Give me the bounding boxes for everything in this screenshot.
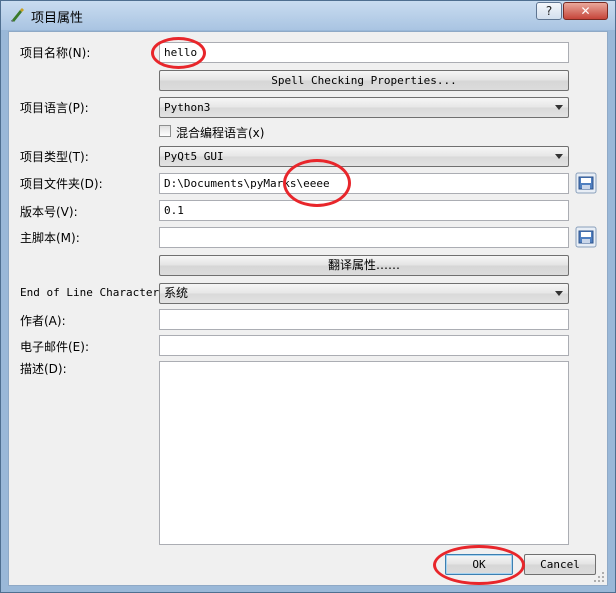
email-input[interactable] [159, 335, 569, 356]
resize-grip-icon[interactable] [593, 571, 605, 583]
chevron-down-icon [555, 105, 563, 110]
app-icon [11, 8, 24, 22]
ok-button[interactable]: OK [445, 554, 513, 575]
description-textarea[interactable] [159, 361, 569, 545]
project-folder-label: 项目文件夹(D): [20, 177, 103, 191]
cancel-button[interactable]: Cancel [524, 554, 596, 575]
main-script-save-icon[interactable] [575, 226, 597, 248]
eol-value: 系统 [164, 286, 189, 300]
project-language-label: 项目语言(P): [20, 101, 89, 115]
project-language-select[interactable]: Python3 [159, 97, 569, 118]
help-button[interactable]: ? [536, 2, 562, 20]
chevron-down-icon [555, 291, 563, 296]
eol-label: End of Line Character: [20, 286, 166, 299]
main-script-label: 主脚本(M): [20, 231, 80, 245]
project-language-value: Python3 [164, 101, 211, 114]
main-script-input[interactable] [159, 227, 569, 248]
project-type-label: 项目类型(T): [20, 150, 89, 164]
title-bar[interactable]: 项目属性 ? ✕ [1, 1, 615, 30]
author-label: 作者(A): [20, 314, 66, 328]
project-folder-input[interactable]: D:\Documents\pyMarks\eeee [159, 173, 569, 194]
project-name-label: 项目名称(N): [20, 46, 91, 60]
mixed-language-label: 混合编程语言(x) [176, 126, 265, 140]
project-type-value: PyQt5 GUI [164, 150, 224, 163]
project-properties-dialog: 项目属性 ? ✕ 项目名称(N): hello Spell Checking P… [0, 0, 616, 593]
folder-browse-save-icon[interactable] [575, 172, 597, 194]
author-input[interactable] [159, 309, 569, 330]
window-title: 项目属性 [31, 11, 84, 26]
project-type-select[interactable]: PyQt5 GUI [159, 146, 569, 167]
eol-select[interactable]: 系统 [159, 283, 569, 304]
version-input[interactable]: 0.1 [159, 200, 569, 221]
email-label: 电子邮件(E): [20, 340, 89, 354]
translation-properties-button[interactable]: 翻译属性…… [159, 255, 569, 276]
description-label: 描述(D): [20, 362, 67, 376]
dialog-body: 项目名称(N): hello Spell Checking Properties… [8, 31, 608, 586]
chevron-down-icon [555, 154, 563, 159]
project-name-input[interactable]: hello [159, 42, 569, 63]
close-button[interactable]: ✕ [563, 2, 608, 20]
spell-checking-properties-button[interactable]: Spell Checking Properties... [159, 70, 569, 91]
mixed-language-checkbox[interactable] [159, 125, 171, 137]
version-label: 版本号(V): [20, 205, 78, 219]
